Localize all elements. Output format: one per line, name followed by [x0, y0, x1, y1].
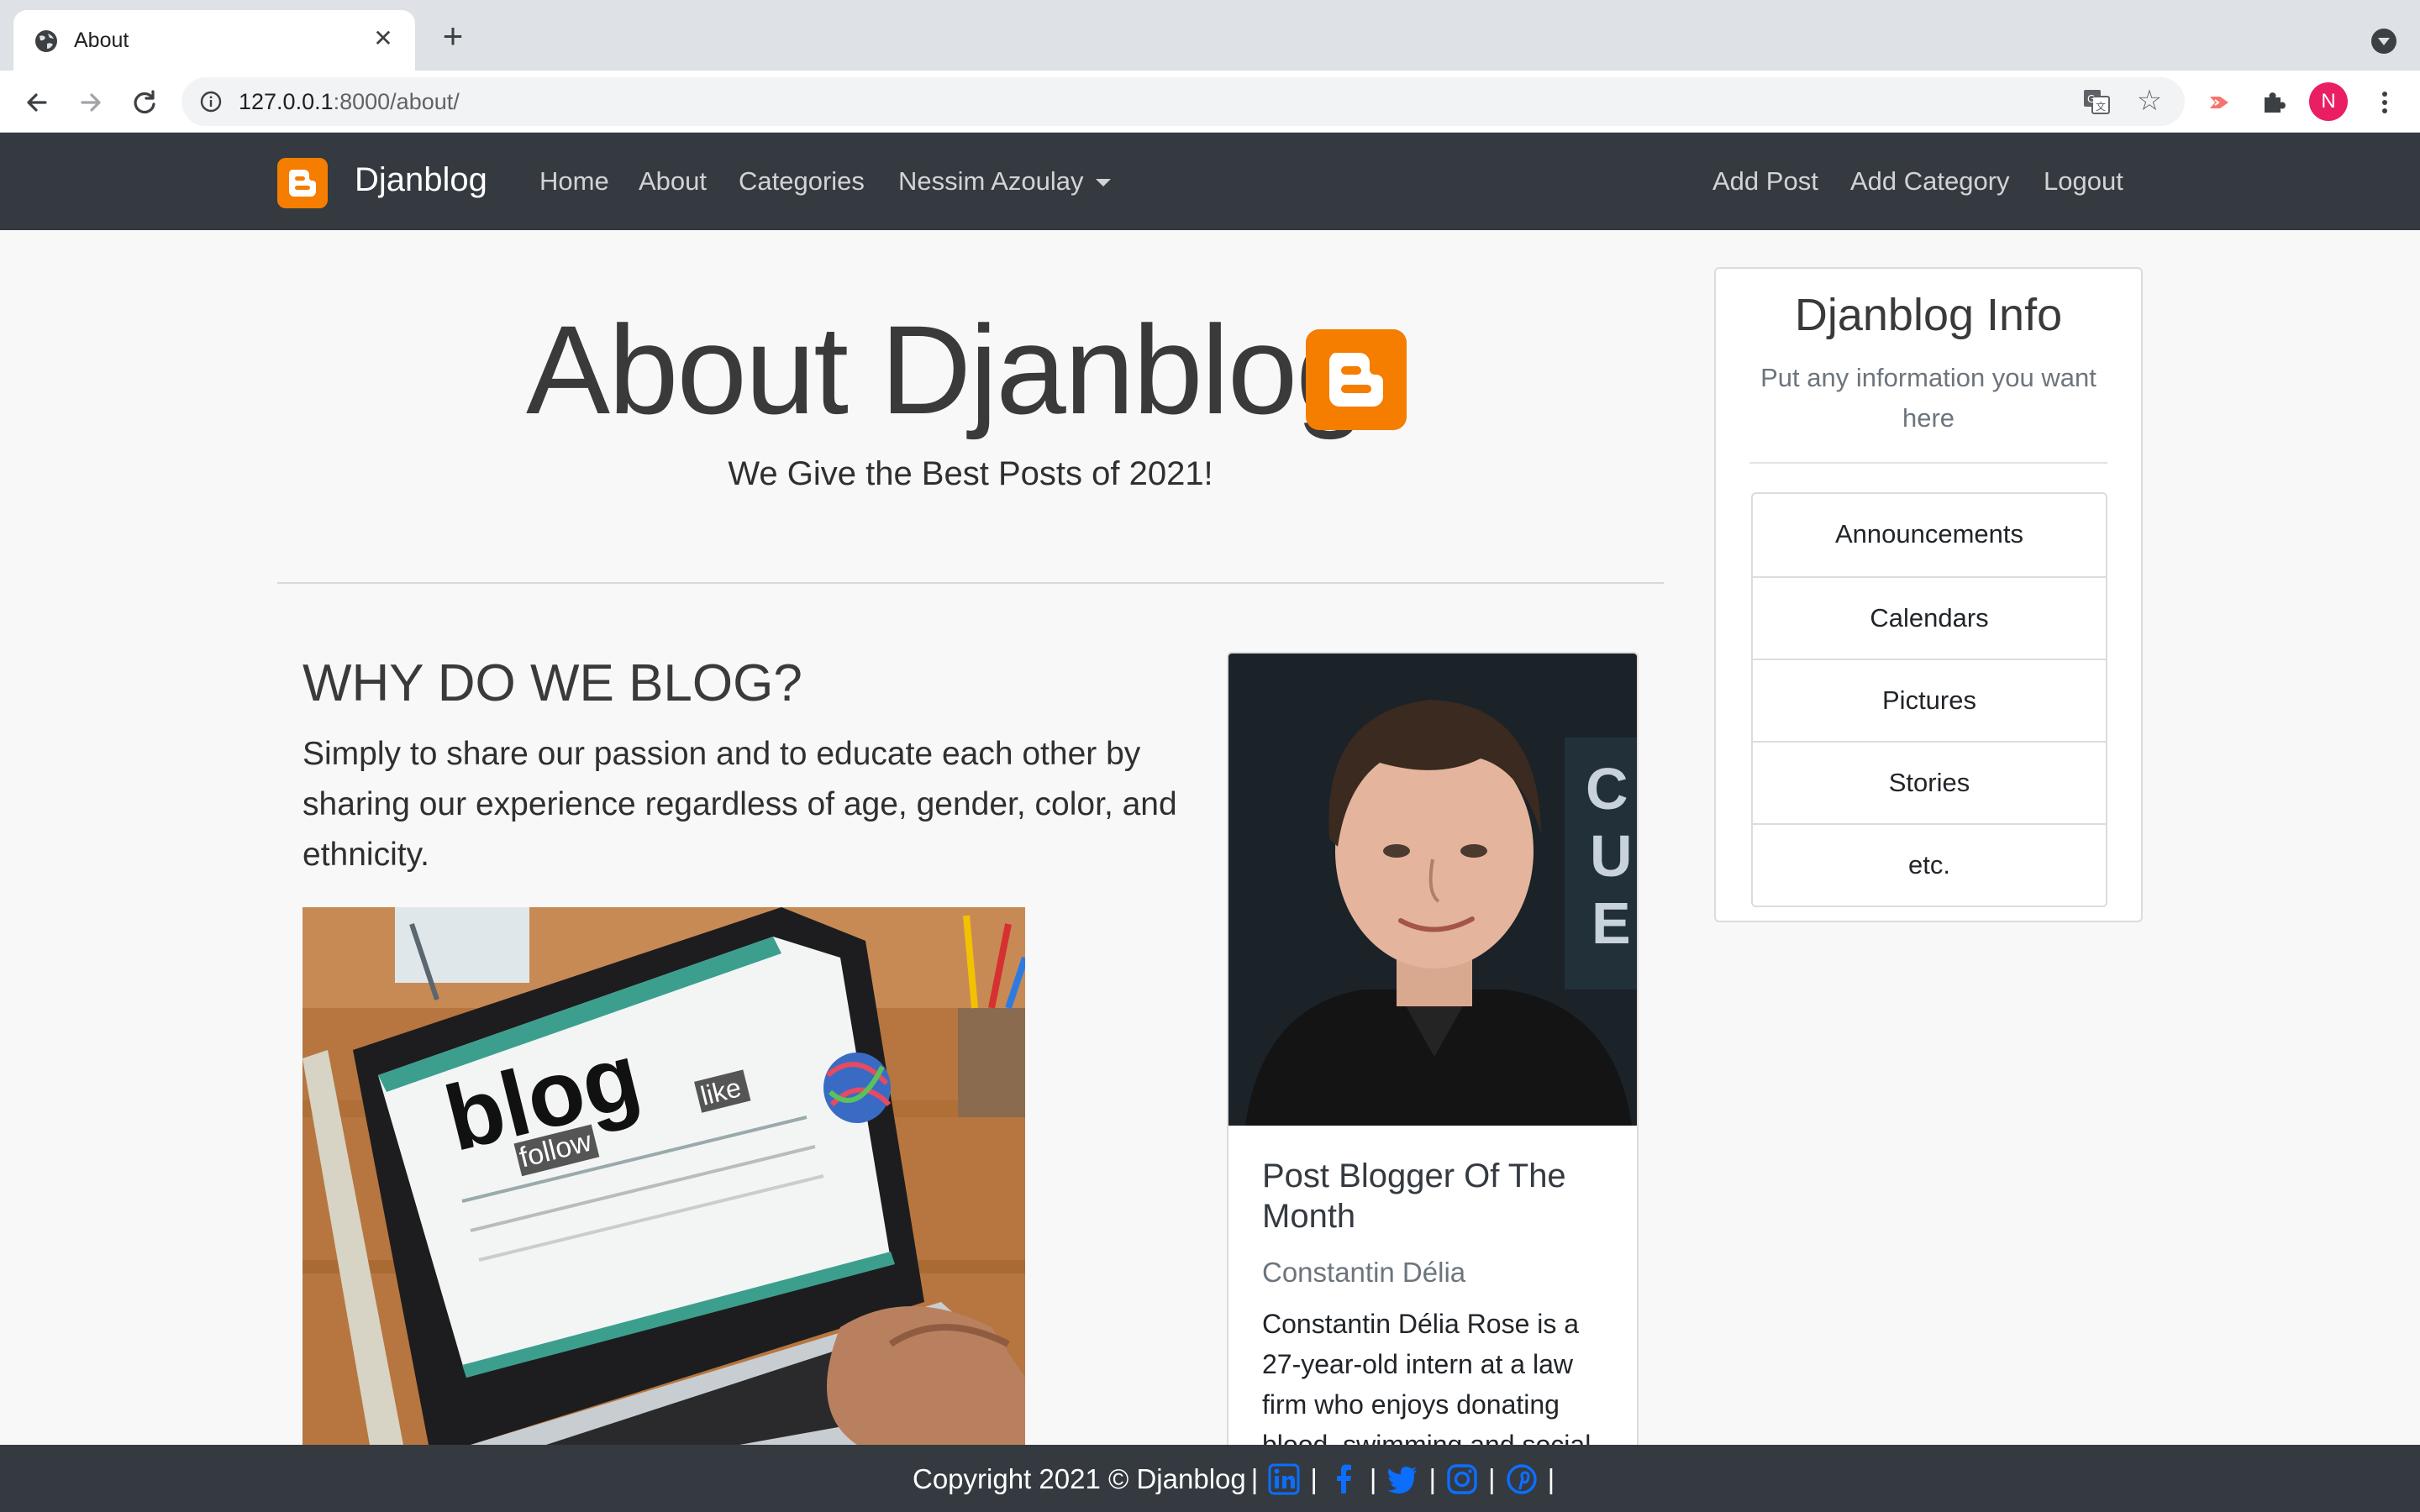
section-text: Simply to share our passion and to educa…: [302, 736, 1177, 873]
page-subtitle: We Give the Best Posts of 2021!: [728, 455, 1213, 492]
sidebar-title: Djanblog Info: [1794, 290, 2063, 340]
site-navbar: Djanblog Home About Categories Nessim Az…: [0, 133, 2420, 230]
blog-laptop-image: blog follow like: [302, 907, 1025, 1445]
user-name: Nessim Azoulay: [898, 166, 1084, 196]
svg-text:E: E: [1591, 890, 1631, 956]
browser-tab[interactable]: About ✕: [13, 10, 415, 71]
pinterest-icon[interactable]: [1506, 1463, 1538, 1495]
linkedin-icon[interactable]: [1268, 1463, 1300, 1495]
tab-title: About: [74, 29, 129, 52]
category-item-etc[interactable]: etc.: [1753, 823, 2106, 906]
svg-text:U: U: [1590, 823, 1633, 889]
forward-icon[interactable]: [74, 86, 108, 119]
nav-link-add-category[interactable]: Add Category: [1850, 166, 2010, 197]
blogger-card: C U E Post Blogger Of The Month Constant…: [1227, 652, 1639, 1512]
footer-content: Copyright 2021 © Djanblog | | | | | |: [913, 1462, 1560, 1497]
separator: |: [1310, 1463, 1318, 1494]
category-item-announcements[interactable]: Announcements: [1753, 494, 2106, 576]
browser-tab-strip: About ✕ +: [0, 0, 2420, 71]
svg-text:C: C: [1586, 756, 1628, 822]
section-heading: WHY DO WE BLOG?: [302, 654, 802, 712]
svg-text:G: G: [2087, 93, 2095, 105]
card-subtitle: Constantin Délia: [1262, 1257, 1466, 1288]
instagram-icon[interactable]: [1446, 1463, 1478, 1495]
nav-link-about[interactable]: About: [639, 166, 707, 197]
back-icon[interactable]: [20, 86, 54, 119]
divider: [1749, 462, 2107, 464]
site-footer: Copyright 2021 © Djanblog | | | | | |: [0, 1445, 2420, 1512]
blogger-logo-icon: [1306, 329, 1407, 430]
sidebar-info-box: Djanblog Info Put any information you wa…: [1714, 267, 2143, 922]
extension-icon[interactable]: [2203, 86, 2237, 119]
category-list: Announcements Calendars Pictures Stories…: [1751, 492, 2107, 907]
site-info-icon[interactable]: [198, 89, 224, 114]
card-text: Constantin Délia Rose is a 27-year-old i…: [1262, 1309, 1591, 1460]
close-tab-icon[interactable]: ✕: [368, 24, 398, 54]
more-menu-icon[interactable]: [2368, 86, 2402, 119]
nav-link-add-post[interactable]: Add Post: [1712, 166, 1818, 197]
category-item-pictures[interactable]: Pictures: [1753, 659, 2106, 741]
nav-link-categories[interactable]: Categories: [739, 166, 865, 197]
separator: |: [1547, 1463, 1555, 1494]
category-item-stories[interactable]: Stories: [1753, 741, 2106, 823]
new-tab-icon[interactable]: +: [434, 18, 472, 57]
category-item-calendars[interactable]: Calendars: [1753, 576, 2106, 659]
address-bar[interactable]: 127.0.0.1:8000/about/ G 文 ☆: [182, 77, 2185, 126]
blogger-photo: C U E: [1228, 654, 1637, 1126]
facebook-icon[interactable]: [1328, 1463, 1360, 1495]
nav-link-home[interactable]: Home: [539, 166, 609, 197]
tab-search-icon[interactable]: [2371, 29, 2396, 54]
profile-avatar[interactable]: N: [2309, 82, 2348, 121]
blogger-logo-icon[interactable]: [277, 158, 328, 208]
bookmark-star-icon[interactable]: ☆: [2134, 86, 2165, 116]
page-title: About Djanblog: [526, 299, 1366, 440]
separator: |: [1488, 1463, 1496, 1494]
separator: |: [1428, 1463, 1437, 1494]
puzzle-icon[interactable]: [2257, 86, 2291, 119]
user-dropdown[interactable]: Nessim Azoulay: [898, 166, 1111, 197]
brand-name[interactable]: Djanblog: [355, 161, 487, 199]
twitter-icon[interactable]: [1386, 1463, 1418, 1495]
card-title: Post Blogger Of The Month: [1262, 1158, 1566, 1235]
copyright-text: Copyright 2021 © Djanblog: [913, 1463, 1246, 1494]
separator: |: [1369, 1463, 1377, 1494]
caret-down-icon: [1095, 179, 1111, 187]
globe-icon: [35, 30, 57, 52]
browser-toolbar: 127.0.0.1:8000/about/ G 文 ☆ N: [0, 71, 2420, 133]
translate-icon[interactable]: G 文: [2082, 87, 2111, 116]
url-text: 127.0.0.1:8000/about/: [239, 89, 460, 114]
nav-link-logout[interactable]: Logout: [2044, 166, 2123, 197]
separator: |: [1250, 1463, 1259, 1494]
reload-icon[interactable]: [128, 86, 161, 119]
divider: [277, 582, 1664, 584]
svg-text:文: 文: [2096, 100, 2106, 113]
sidebar-subtitle: Put any information you want here: [1760, 363, 2096, 433]
